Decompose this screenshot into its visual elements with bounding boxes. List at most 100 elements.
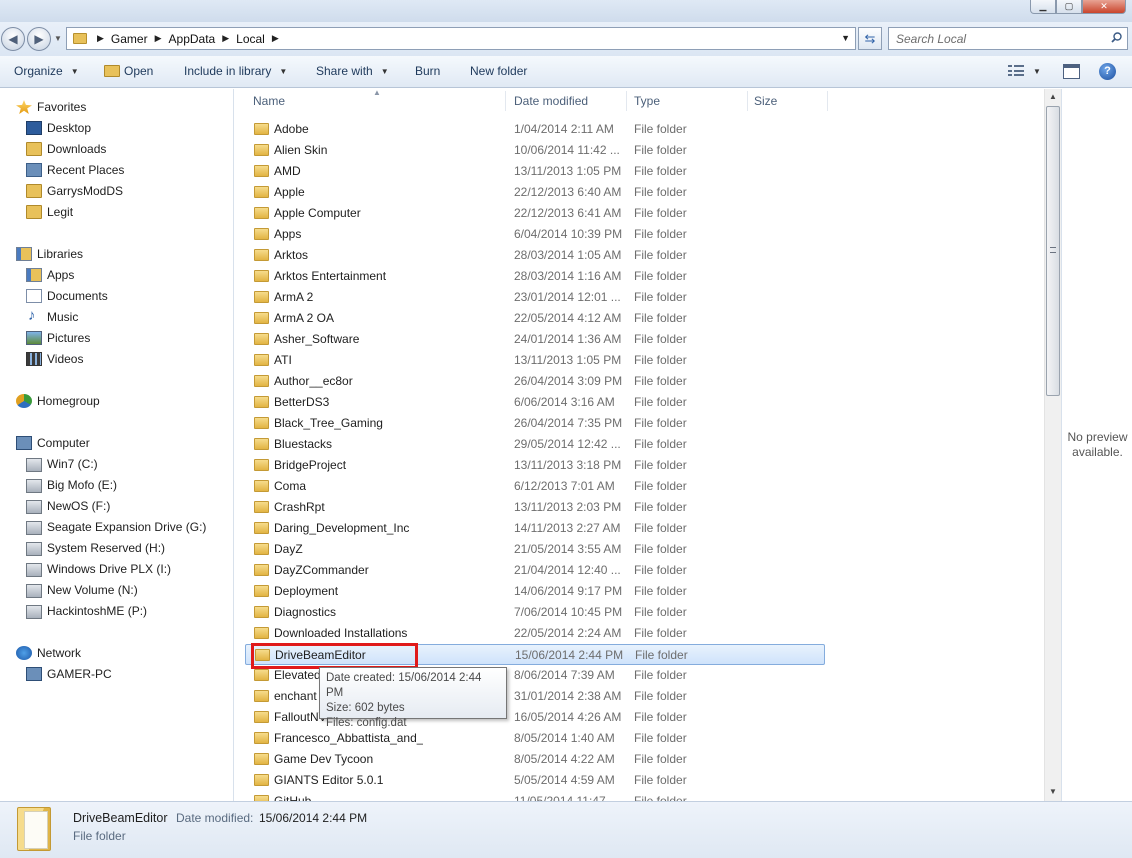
nav-network[interactable]: Network [16,643,81,663]
nav-item-drive-f[interactable]: NewOS (F:) [26,496,110,516]
hard-drive-icon [26,521,42,535]
file-list[interactable]: ▲ Name Date modified Type Size Adobe 1/04… [235,89,1044,801]
file-row[interactable]: Diagnostics 7/06/2014 10:45 PM File folder [245,602,825,623]
nav-item-drive-p[interactable]: HackintoshME (P:) [26,601,147,621]
nav-item-downloads[interactable]: Downloads [26,139,106,159]
nav-item-desktop[interactable]: Desktop [26,118,91,138]
breadcrumb-local[interactable]: Local [236,32,265,46]
file-row[interactable]: ArmA 2 OA 22/05/2014 4:12 AM File folder [245,308,825,329]
nav-item-legit[interactable]: Legit [26,202,73,222]
computer-icon [16,436,32,450]
nav-item-videos[interactable]: Videos [26,349,83,369]
scroll-down-arrow-icon[interactable]: ▼ [1049,787,1057,796]
file-row[interactable]: GIANTS Editor 5.0.1 5/05/2014 4:59 AM File… [245,770,825,791]
file-row[interactable]: Alien Skin 10/06/2014 11:42 ... File folde… [245,140,825,161]
file-row[interactable]: Deployment 14/06/2014 9:17 PM File folder [245,581,825,602]
maximize-button[interactable]: ▢ [1056,0,1082,14]
preview-pane-icon[interactable] [1063,64,1080,79]
file-row[interactable]: DayZ 21/05/2014 3:55 AM File folder [245,539,825,560]
file-row[interactable]: CrashRpt 13/11/2013 2:03 PM File folder [245,497,825,518]
close-button[interactable]: ✕ [1082,0,1126,14]
nav-item-documents[interactable]: Documents [26,286,108,306]
file-row[interactable]: Adobe 1/04/2014 2:11 AM File folder [245,119,825,140]
breadcrumb-appdata[interactable]: AppData [169,32,216,46]
breadcrumb-gamer[interactable]: Gamer [111,32,148,46]
file-row[interactable]: Bluestacks 29/05/2014 12:42 ... File folde… [245,434,825,455]
column-name[interactable]: Name [253,94,285,108]
scroll-up-arrow-icon[interactable]: ▲ [1049,92,1057,101]
search-icon[interactable] [1111,32,1122,43]
column-type[interactable]: Type [634,94,660,108]
nav-libraries[interactable]: Libraries [16,244,83,264]
file-row[interactable]: Francesco_Abbattista_and_ 8/05/2014 1:40 … [245,728,825,749]
file-row[interactable]: ATI 13/11/2013 1:05 PM File folder [245,350,825,371]
column-divider[interactable] [747,91,748,111]
scrollbar-thumb[interactable] [1046,106,1060,396]
nav-item-drive-e[interactable]: Big Mofo (E:) [26,475,117,495]
file-row[interactable]: BridgeProject 13/11/2013 3:18 PM File fold… [245,455,825,476]
file-row[interactable]: Downloaded Installations 22/05/2014 2:24 … [245,623,825,644]
search-box[interactable] [888,27,1128,50]
nav-item-garrysmodds[interactable]: GarrysModDS [26,181,123,201]
vertical-scrollbar[interactable]: ▲ ▼ [1044,89,1061,801]
change-view-icon[interactable] [1008,65,1024,77]
open-button[interactable]: Open [104,64,153,78]
nav-item-drive-c[interactable]: Win7 (C:) [26,454,98,474]
burn-button[interactable]: Burn [415,64,440,78]
file-row[interactable]: BetterDS3 6/06/2014 3:16 AM File folder [245,392,825,413]
nav-computer[interactable]: Computer [16,433,90,453]
nav-item-recent-places[interactable]: Recent Places [26,160,124,180]
file-row[interactable]: Black_Tree_Gaming 26/04/2014 7:35 PM File … [245,413,825,434]
column-divider[interactable] [505,91,506,111]
share-with-button[interactable]: Share with ▼ [316,64,389,78]
file-row[interactable]: Author__ec8or 26/04/2014 3:09 PM File fold… [245,371,825,392]
organize-button[interactable]: Organize ▼ [14,64,79,78]
file-row[interactable]: Asher_Software 24/01/2014 1:36 AM File fol… [245,329,825,350]
file-row[interactable]: AMD 13/11/2013 1:05 PM File folder [245,161,825,182]
file-row[interactable]: Apple Computer 22/12/2013 6:41 AM File fol… [245,203,825,224]
recent-pages-dropdown[interactable]: ▼ [54,34,62,43]
back-button[interactable]: ◀ [1,27,25,51]
nav-item-apps[interactable]: Apps [26,265,74,285]
file-row[interactable]: Game Dev Tycoon 8/05/2014 4:22 AM File fol… [245,749,825,770]
chevron-right-icon[interactable]: ▶ [222,33,229,44]
column-size[interactable]: Size [754,94,777,108]
file-date-modified: 26/04/2014 7:35 PM [514,416,623,430]
nav-favorites[interactable]: Favorites [16,97,86,117]
chevron-right-icon[interactable]: ▶ [272,33,279,44]
nav-item-drive-i[interactable]: Windows Drive PLX (I:) [26,559,171,579]
file-row[interactable]: ArmA 2 23/01/2014 12:01 ... File folder [245,287,825,308]
include-in-library-button[interactable]: Include in library ▼ [184,64,287,78]
file-row[interactable]: DayZCommander 21/04/2014 12:40 ... File fo… [245,560,825,581]
file-row[interactable]: Daring_Development_Inc 14/11/2013 2:27 AM… [245,518,825,539]
file-row[interactable]: Arktos 28/03/2014 1:05 AM File folder [245,245,825,266]
address-history-dropdown[interactable]: ▼ [841,33,850,43]
nav-item-drive-g[interactable]: Seagate Expansion Drive (G:) [26,517,206,537]
view-options-dropdown[interactable]: ▼ [1033,67,1041,76]
nav-item-drive-n[interactable]: New Volume (N:) [26,580,138,600]
new-folder-button[interactable]: New folder [470,64,527,78]
file-row[interactable]: Apps 6/04/2014 10:39 PM File folder [245,224,825,245]
file-row[interactable]: Arktos Entertainment 28/03/2014 1:16 AM Fi… [245,266,825,287]
file-name: DayZ [274,542,303,556]
chevron-right-icon[interactable]: ▶ [97,33,104,44]
address-bar[interactable]: ▶ Gamer ▶ AppData ▶ Local ▶ ▼ [66,27,856,50]
column-divider[interactable] [626,91,627,111]
file-row[interactable]: Coma 6/12/2013 7:01 AM File folder [245,476,825,497]
nav-item-pictures[interactable]: Pictures [26,328,90,348]
file-row[interactable]: GitHub 11/05/2014 11:47 ... File folder [245,791,825,801]
nav-item-gamer-pc[interactable]: GAMER-PC [26,664,112,684]
search-input[interactable] [889,28,1099,49]
column-divider[interactable] [827,91,828,111]
file-row[interactable]: Apple 22/12/2013 6:40 AM File folder [245,182,825,203]
chevron-right-icon[interactable]: ▶ [155,33,162,44]
help-icon[interactable]: ? [1099,63,1116,80]
nav-homegroup[interactable]: Homegroup [16,391,100,411]
minimize-button[interactable]: ▁ [1030,0,1056,14]
forward-button[interactable]: ▶ [27,27,51,51]
nav-item-drive-h[interactable]: System Reserved (H:) [26,538,165,558]
refresh-button[interactable]: ⇆ [858,27,882,50]
navigation-pane[interactable]: Favorites Desktop Downloads Recent Place… [0,89,234,801]
column-date-modified[interactable]: Date modified [514,94,588,108]
nav-item-music[interactable]: Music [26,307,78,327]
